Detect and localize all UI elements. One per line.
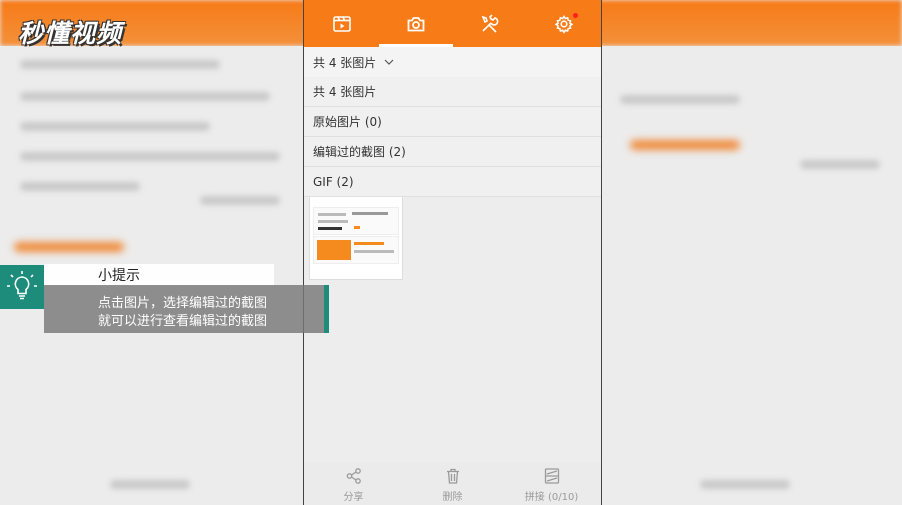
thumbnail-content — [352, 212, 388, 215]
menu-item-original[interactable]: 原始图片 (0) — [304, 107, 601, 137]
tab-settings[interactable] — [527, 0, 601, 47]
thumbnail-content — [354, 226, 360, 229]
blurred-line — [700, 480, 790, 489]
thumbnail-content — [354, 250, 394, 253]
thumbnail-content — [317, 240, 351, 260]
camera-icon — [407, 16, 425, 31]
blurred-line — [20, 92, 270, 101]
blurred-line — [110, 480, 190, 489]
share-icon — [346, 468, 361, 484]
share-label: 分享 — [343, 492, 364, 503]
thumbnail-content — [318, 227, 342, 230]
dropdown-selected-label: 共 4 张图片 — [313, 55, 377, 70]
blurred-line — [20, 182, 140, 191]
tip-accent-bar — [324, 285, 329, 333]
chevron-down-icon — [384, 59, 394, 65]
blurred-right-panel — [601, 46, 902, 505]
tab-tools[interactable] — [453, 0, 527, 47]
delete-button[interactable]: 删除 — [403, 467, 502, 503]
video-icon — [333, 15, 351, 32]
tab-video[interactable] — [305, 0, 379, 47]
blurred-line — [800, 160, 880, 169]
delete-label: 删除 — [442, 492, 463, 503]
thumbnail-content — [313, 207, 399, 235]
gear-icon — [554, 14, 574, 34]
tip-text-line-1: 点击图片，选择编辑过的截图 — [98, 296, 268, 311]
menu-item-all[interactable]: 共 4 张图片 — [304, 77, 601, 107]
stitch-label: 拼接 (0/10) — [524, 492, 579, 503]
tip-title: 小提示 — [98, 268, 140, 284]
tip-text-line-2: 就可以进行查看编辑过的截图 — [98, 314, 268, 329]
tab-screenshots[interactable] — [379, 0, 453, 47]
blurred-orange-mark — [14, 242, 124, 252]
screenshot-thumbnail[interactable] — [309, 186, 403, 280]
menu-item-edited[interactable]: 编辑过的截图 (2) — [304, 137, 601, 167]
lightbulb-icon — [7, 271, 37, 300]
thumbnail-content — [318, 213, 346, 216]
tip-badge — [0, 265, 44, 309]
tools-icon — [481, 13, 499, 33]
thumbnail-content — [313, 236, 399, 264]
blurred-line — [20, 152, 280, 161]
watermark-logo: 秒懂视频 — [18, 19, 123, 48]
thumbnail-content — [354, 242, 384, 245]
phone-screen: 共 4 张图片 共 4 张图片 原始图片 (0) 编辑过的截图 (2) GIF … — [303, 0, 602, 505]
image-filter-dropdown[interactable]: 共 4 张图片 — [304, 47, 601, 77]
blurred-line — [20, 60, 220, 69]
bottom-action-bar: 分享 删除 拼接 (0/10) — [304, 463, 601, 505]
stitch-button[interactable]: 拼接 (0/10) — [502, 467, 601, 503]
notification-badge — [573, 13, 578, 18]
dropdown-menu: 共 4 张图片 原始图片 (0) 编辑过的截图 (2) GIF (2) — [304, 77, 601, 197]
blurred-line — [620, 95, 740, 104]
share-button[interactable]: 分享 — [304, 467, 403, 503]
blurred-line — [200, 196, 280, 205]
tip-title-background — [44, 264, 274, 286]
blurred-line — [20, 122, 210, 131]
trash-icon — [446, 468, 459, 484]
stitch-icon — [544, 468, 559, 484]
menu-item-gif[interactable]: GIF (2) — [304, 167, 601, 197]
top-tab-bar — [304, 0, 601, 47]
thumbnail-content — [318, 220, 348, 223]
blurred-orange-mark — [630, 140, 740, 150]
